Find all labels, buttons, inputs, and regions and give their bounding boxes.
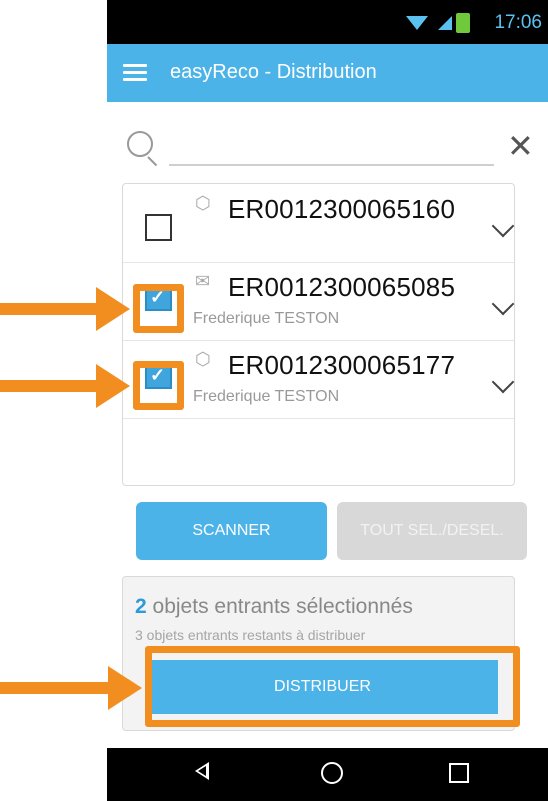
item-code: ER0012300065160 [228,194,456,224]
remaining-summary: 3 objets entrants restants à distribuer [135,627,366,643]
item-code: ER0012300065085 [228,272,456,302]
close-icon[interactable]: ✕ [507,130,534,162]
item-checkbox[interactable] [145,214,172,241]
envelope-icon: ✉ [195,271,211,291]
android-nav-bar [107,748,548,801]
checkbox-highlight [133,284,184,333]
item-recipient: Frederique TESTON [193,388,340,405]
package-icon: ⬡ [195,349,211,369]
wifi-icon [406,16,428,30]
item-recipient: Frederique TESTON [193,310,340,327]
annotation-arrow [0,287,130,331]
selected-summary: 2 objets entrants sélectionnés [135,595,413,619]
signal-icon [438,16,452,30]
home-icon[interactable] [321,762,343,784]
back-icon[interactable] [195,762,209,780]
chevron-down-icon[interactable] [491,214,515,238]
annotation-arrow [0,364,130,408]
list-item[interactable]: ⬡ ER0012300065160 [123,184,515,263]
item-code: ER0012300065177 [228,350,456,380]
search-icon [127,131,153,157]
selected-text: objets entrants sélectionnés [152,595,413,618]
package-icon: ⬡ [195,193,211,213]
selected-count: 2 [135,595,147,618]
battery-icon [456,13,470,33]
search-bar: ✕ [107,128,548,176]
checkbox-highlight [133,361,184,410]
distribute-highlight [145,646,520,727]
scanner-button[interactable]: SCANNER [136,502,327,560]
annotation-arrow [0,666,142,710]
chevron-down-icon[interactable] [491,292,515,316]
app-bar: easyReco - Distribution [107,44,548,102]
app-title: easyReco - Distribution [170,61,377,83]
menu-icon[interactable] [123,64,147,82]
search-input[interactable] [169,164,494,166]
toggle-all-button[interactable]: TOUT SEL./DESEL. [337,502,527,560]
status-bar: 17:06 [107,0,548,44]
recent-apps-icon[interactable] [449,763,469,783]
chevron-down-icon[interactable] [491,370,515,394]
status-time: 17:06 [494,12,542,33]
item-list: ⬡ ER0012300065160 ✓ ✉ ER0012300065085 Fr… [122,183,515,486]
